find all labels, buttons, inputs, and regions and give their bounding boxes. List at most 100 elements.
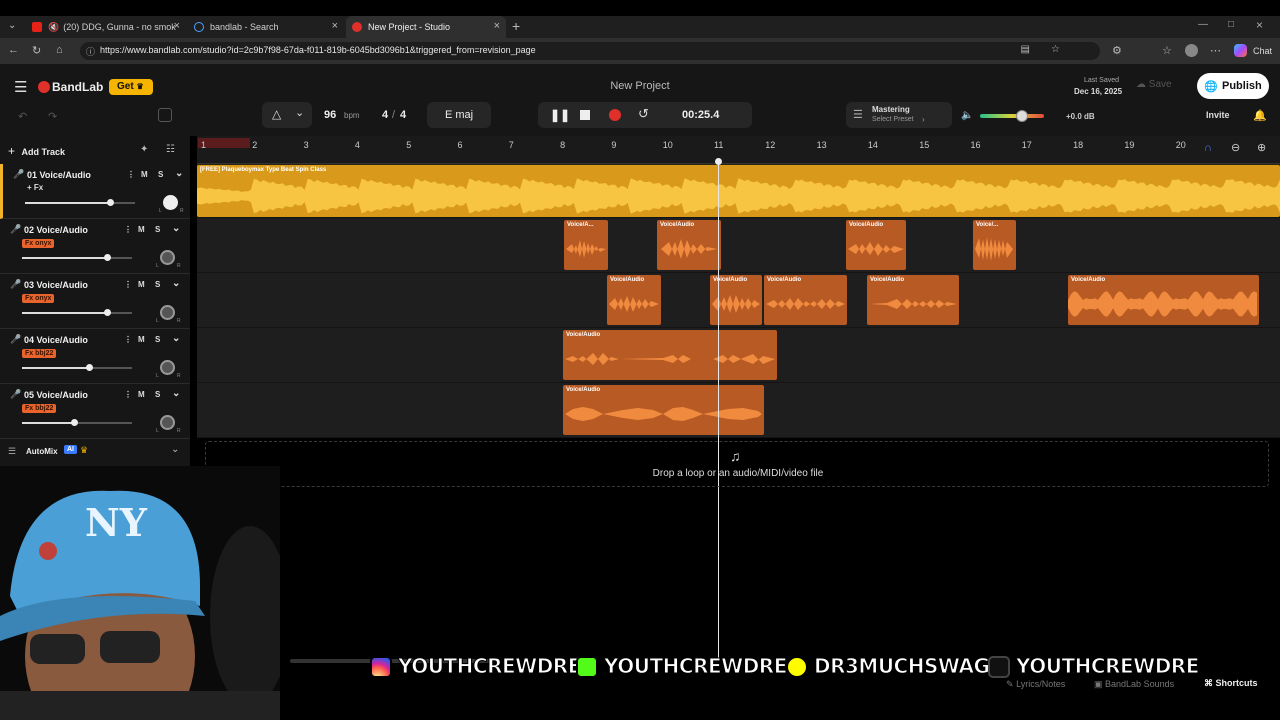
track-volume-slider[interactable] [22, 254, 132, 261]
track-volume-slider[interactable] [25, 199, 135, 206]
chevron-down-icon[interactable]: ⌄ [172, 223, 180, 234]
close-window-icon[interactable]: × [1256, 18, 1263, 32]
master-volume-slider[interactable] [980, 110, 1044, 122]
vocal-clip[interactable]: Voice/Audio [563, 330, 777, 380]
copilot-icon[interactable] [1234, 44, 1247, 57]
loop-icon[interactable]: ↺ [638, 106, 649, 122]
track-name[interactable]: 02 Voice/Audio [24, 225, 88, 235]
track-name[interactable]: 04 Voice/Audio [24, 335, 88, 345]
vocal-clip[interactable]: Voice/Audio [563, 385, 764, 435]
mute-button[interactable]: M [138, 390, 145, 399]
mute-button[interactable]: M [138, 280, 145, 289]
solo-button[interactable]: S [158, 170, 163, 179]
time-signature-control[interactable]: 4 / 4 [372, 102, 418, 128]
track-lane-2[interactable] [197, 219, 1280, 273]
new-tab-plus-icon[interactable]: + [512, 18, 520, 34]
chevron-down-icon[interactable]: ⌄ [171, 444, 179, 455]
key-control[interactable]: E maj [427, 102, 491, 128]
vocal-clip[interactable]: Voice/... [973, 220, 1016, 270]
playhead-handle[interactable] [715, 158, 722, 165]
track-volume-slider[interactable] [22, 309, 132, 316]
pan-knob[interactable] [160, 305, 175, 320]
bandlab-sounds-button[interactable]: ▣ BandLab Sounds [1094, 679, 1174, 690]
tab-list-chevron-icon[interactable]: ⌄ [8, 20, 16, 31]
track-menu-icon[interactable]: ⋮ [124, 335, 132, 344]
beat-clip[interactable]: [FREE] Plaqueboymax Type Beat Spin Class [197, 165, 1280, 217]
chat-label[interactable]: Chat [1253, 46, 1272, 56]
metronome-icon[interactable]: △ [272, 107, 281, 121]
track-volume-slider[interactable] [22, 419, 132, 426]
drop-zone[interactable]: ♫ Drop a loop or an audio/MIDI/video fil… [205, 441, 1269, 487]
home-icon[interactable]: ⌂ [56, 44, 63, 56]
collections-icon[interactable]: ☆ [1162, 44, 1172, 57]
maximize-icon[interactable]: □ [1228, 19, 1234, 30]
invite-button[interactable]: Invite [1198, 104, 1238, 128]
reader-icon[interactable]: ▤ [1021, 44, 1030, 55]
vocal-clip[interactable]: Voice/Audio [764, 275, 847, 325]
timeline-ruler[interactable]: 1 2 3 4 5 6 7 8 9 10 11 12 13 14 15 16 17 18 19 20 ∩ ⊖ ⊕ [197, 136, 1280, 164]
get-membership-button[interactable]: Get ♛ [109, 79, 153, 95]
chevron-down-icon[interactable]: ⌄ [172, 388, 180, 399]
pan-knob[interactable] [163, 195, 178, 210]
undo-icon[interactable]: ↶ [18, 110, 27, 123]
track-menu-icon[interactable]: ⋮ [127, 170, 135, 179]
pause-icon[interactable]: ❚❚ [550, 108, 570, 122]
fx-tag[interactable]: Fx bbj22 [22, 349, 57, 358]
close-tab-icon[interactable]: × [332, 20, 338, 32]
chevron-down-icon[interactable]: ⌄ [175, 168, 183, 179]
track-volume-slider[interactable] [22, 364, 132, 371]
tab-studio[interactable]: New Project - Studio × [346, 16, 506, 38]
fx-tag[interactable]: Fx onyx [22, 294, 55, 303]
reload-icon[interactable]: ↻ [32, 44, 41, 57]
pan-knob[interactable] [160, 415, 175, 430]
track-header[interactable]: 🎤 03 Voice/Audio Fx onyx ⋮ M S ⌄ L R [0, 274, 190, 329]
site-info-icon[interactable]: ⓘ [86, 45, 95, 58]
tab-bandlab-search[interactable]: bandlab - Search × [188, 16, 344, 38]
vocal-clip[interactable]: Voice/Audio [867, 275, 959, 325]
minimize-icon[interactable]: — [1198, 19, 1208, 30]
track-menu-icon[interactable]: ⋮ [124, 390, 132, 399]
zoom-in-icon[interactable]: ⊕ [1257, 141, 1266, 154]
vocal-clip[interactable]: Voice/Audio [1068, 275, 1259, 325]
stop-icon[interactable] [580, 110, 590, 120]
tracks-settings-icon[interactable]: ☷ [166, 144, 175, 155]
brand-name[interactable]: BandLab [52, 80, 103, 94]
add-track-button[interactable]: + Add Track [8, 142, 128, 160]
notification-bell-icon[interactable]: 🔔 [1253, 109, 1267, 122]
pan-knob[interactable] [160, 360, 175, 375]
solo-button[interactable]: S [155, 225, 160, 234]
track-menu-icon[interactable]: ⋮ [124, 280, 132, 289]
fx-tag[interactable]: Fx bbj22 [22, 404, 57, 413]
project-title[interactable]: New Project [590, 80, 690, 92]
more-menu-icon[interactable]: ⋯ [1210, 44, 1221, 57]
mastering-control[interactable]: ☰ Mastering Select Preset › [846, 102, 952, 128]
track-name[interactable]: 01 Voice/Audio [27, 170, 91, 180]
solo-button[interactable]: S [155, 335, 160, 344]
snap-magnet-icon[interactable]: ∩ [1204, 142, 1212, 154]
redo-icon[interactable]: ↷ [48, 110, 57, 123]
chevron-down-icon[interactable]: ⌄ [172, 278, 180, 289]
profile-avatar[interactable] [1185, 44, 1198, 57]
back-arrow-icon[interactable]: ← [8, 44, 19, 56]
wand-icon[interactable]: ✦ [140, 144, 148, 155]
pan-knob[interactable] [160, 250, 175, 265]
tempo-value[interactable]: 96 [324, 109, 336, 121]
record-icon[interactable] [609, 109, 621, 121]
shortcuts-button[interactable]: ⌘ Shortcuts [1204, 678, 1258, 689]
zoom-out-icon[interactable]: ⊖ [1231, 141, 1240, 154]
volume-knob[interactable] [103, 309, 111, 316]
solo-button[interactable]: S [155, 280, 160, 289]
tab-youtube[interactable]: 🔇 (20) DDG, Gunna - no smok × [26, 16, 186, 38]
track-header[interactable]: 🎤 04 Voice/Audio Fx bbj22 ⋮ M S ⌄ L R [0, 329, 190, 384]
track-header[interactable]: 🎤 05 Voice/Audio Fx bbj22 ⋮ M S ⌄ L R [0, 384, 190, 439]
mute-button[interactable]: M [138, 225, 145, 234]
arrangement-view[interactable]: [FREE] Plaqueboymax Type Beat Spin Class… [197, 164, 1280, 438]
address-bar[interactable]: ⓘ https://www.bandlab.com/studio?id=2c9b… [80, 42, 1100, 60]
save-button[interactable]: ☁ Save [1136, 79, 1172, 90]
tempo-control[interactable]: 96 bpm [312, 102, 370, 128]
vocal-clip[interactable]: Voice/A... [564, 220, 608, 270]
add-fx-button[interactable]: + Fx [27, 183, 43, 192]
favorite-star-icon[interactable]: ☆ [1051, 44, 1060, 55]
close-tab-icon[interactable]: × [494, 20, 500, 32]
hamburger-menu-icon[interactable]: ☰ [14, 78, 27, 96]
